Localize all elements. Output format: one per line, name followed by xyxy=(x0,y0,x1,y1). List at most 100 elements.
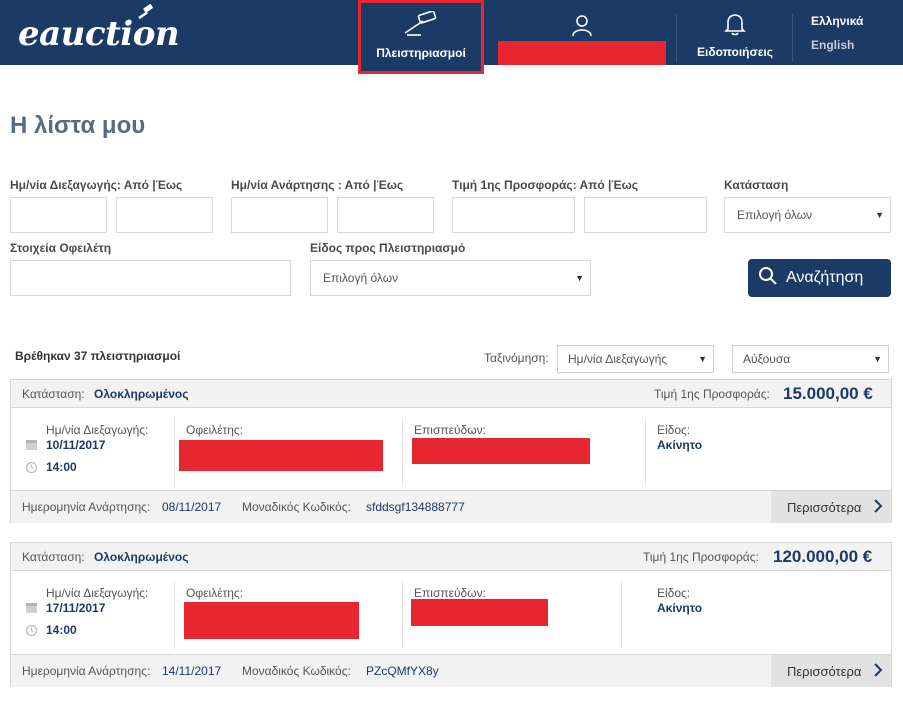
top-navigation-bar: eauction Πλειστηριασμοί Ειδοποιήσεις Ελλ… xyxy=(0,0,903,74)
debtor-label: Οφειλέτης: xyxy=(186,423,244,437)
conduct-time: 14:00 xyxy=(46,623,77,637)
column-divider xyxy=(402,581,403,649)
more-button-label: Περισσότερα xyxy=(787,499,862,515)
type-label: Είδος: xyxy=(657,423,691,437)
first-offer-price: 15.000,00 € xyxy=(783,384,873,403)
caret-down-icon: ▼ xyxy=(875,210,884,220)
status-label: Κατάσταση: xyxy=(22,387,85,401)
auction-card: Κατάσταση: Ολοκληρωμένος Τιμή 1ης Προσφο… xyxy=(10,542,892,687)
redacted-username xyxy=(498,41,666,65)
sort-field-value: Ημ/νία Διεξαγωγής xyxy=(568,352,668,366)
more-button[interactable]: Περισσότερα xyxy=(771,655,891,687)
column-divider xyxy=(402,418,403,486)
debtor-label: Οφειλέτης: xyxy=(186,586,244,600)
creditor-label: Επισπεύδων: xyxy=(414,423,486,437)
date-posting-from-input[interactable] xyxy=(231,197,328,233)
caret-down-icon: ▼ xyxy=(873,354,882,364)
language-greek-link[interactable]: Ελληνικά xyxy=(811,14,863,28)
posting-date-label: Ημερομηνία Ανάρτησης: xyxy=(22,500,151,514)
sort-field-select[interactable]: Ημ/νία Διεξαγωγής ▼ xyxy=(557,345,714,373)
column-divider xyxy=(645,418,646,486)
type-value: Ακίνητο xyxy=(657,438,703,452)
logo-hammer-icon xyxy=(138,4,153,20)
first-offer-label: Τιμή 1ης Προσφοράς: xyxy=(654,387,770,401)
date-conduct-from-input[interactable] xyxy=(10,197,107,233)
clock-icon xyxy=(25,624,38,642)
sort-label: Ταξινόμηση: xyxy=(484,351,549,365)
date-conduct-to-input[interactable] xyxy=(116,197,213,233)
auction-card: Κατάσταση: Ολοκληρωμένος Τιμή 1ης Προσφο… xyxy=(10,379,892,523)
auction-type-label: Είδος προς Πλειστηριασμό xyxy=(310,241,466,255)
column-divider xyxy=(174,581,175,649)
first-offer-to-input[interactable] xyxy=(584,197,707,233)
column-divider xyxy=(621,581,622,649)
conduct-time: 14:00 xyxy=(46,460,77,474)
nav-notifications-label: Ειδοποιήσεις xyxy=(697,45,773,59)
unique-code-label: Μοναδικός Κωδικός: xyxy=(242,500,351,514)
redacted-creditor xyxy=(411,599,548,626)
caret-down-icon: ▼ xyxy=(698,354,707,364)
sort-order-select[interactable]: Αύξουσα ▼ xyxy=(732,345,889,373)
nav-auctions[interactable]: Πλειστηριασμοί xyxy=(358,0,484,74)
bell-icon xyxy=(724,12,746,39)
first-offer-from-input[interactable] xyxy=(452,197,575,233)
unique-code-value: sfddsgf134888777 xyxy=(366,500,465,514)
status-filter-label: Κατάσταση xyxy=(724,178,789,192)
date-conduct-label: Ημ/νία Διεξαγωγής: Από |Έως xyxy=(10,178,183,192)
calendar-icon xyxy=(25,601,38,619)
language-english-link[interactable]: English xyxy=(811,38,854,52)
redacted-debtor xyxy=(184,602,359,639)
caret-down-icon: ▼ xyxy=(575,273,584,283)
date-posting-label: Ημ/νία Ανάρτησης : Από |Έως xyxy=(231,178,404,192)
auction-card-header: Κατάσταση: Ολοκληρωμένος Τιμή 1ης Προσφο… xyxy=(11,543,891,571)
type-value: Ακίνητο xyxy=(657,601,703,615)
auction-card-footer: Ημερομηνία Ανάρτησης: 08/11/2017 Μοναδικ… xyxy=(11,490,891,523)
nav-divider xyxy=(676,14,677,62)
date-conduct-label: Ημ/νία Διεξαγωγής: xyxy=(46,423,149,437)
conduct-date: 17/11/2017 xyxy=(46,601,106,615)
search-button-label: Αναζήτηση xyxy=(786,269,864,286)
eauction-logo[interactable]: eauction xyxy=(18,4,180,56)
redacted-debtor xyxy=(179,440,383,471)
status-select[interactable]: Επιλογή όλων ▼ xyxy=(724,197,891,233)
first-offer-label: Τιμή 1ης Προσφοράς: Από |Έως xyxy=(452,178,638,192)
nav-divider xyxy=(792,14,793,62)
user-icon xyxy=(570,13,594,40)
calendar-icon xyxy=(25,438,38,456)
posting-date-label: Ημερομηνία Ανάρτησης: xyxy=(22,664,151,678)
more-button[interactable]: Περισσότερα xyxy=(771,491,891,523)
unique-code-label: Μοναδικός Κωδικός: xyxy=(242,664,351,678)
date-posting-to-input[interactable] xyxy=(337,197,434,233)
status-value: Ολοκληρωμένος xyxy=(94,550,189,564)
unique-code-value: PZcQMfYX8y xyxy=(366,664,439,678)
first-offer-label: Τιμή 1ης Προσφοράς: xyxy=(643,550,759,564)
chevron-right-icon xyxy=(873,662,883,681)
creditor-label: Επισπεύδων: xyxy=(414,586,486,600)
redacted-creditor xyxy=(412,438,590,464)
date-conduct-label: Ημ/νία Διεξαγωγής: xyxy=(46,586,149,600)
debtor-label: Στοιχεία Οφειλέτη xyxy=(10,241,112,255)
nav-notifications[interactable]: Ειδοποιήσεις xyxy=(690,0,780,65)
more-button-label: Περισσότερα xyxy=(787,663,862,679)
auction-type-select[interactable]: Επιλογή όλων ▼ xyxy=(310,260,591,296)
posting-date-value: 14/11/2017 xyxy=(162,664,222,678)
auction-card-footer: Ημερομηνία Ανάρτησης: 14/11/2017 Μοναδικ… xyxy=(11,654,891,687)
conduct-date: 10/11/2017 xyxy=(46,438,106,452)
auction-card-header: Κατάσταση: Ολοκληρωμένος Τιμή 1ης Προσφο… xyxy=(11,380,891,408)
clock-icon xyxy=(25,461,38,479)
page-title: Η λίστα μου xyxy=(10,112,146,139)
search-icon xyxy=(758,266,778,291)
debtor-input[interactable] xyxy=(10,260,291,296)
nav-auctions-label: Πλειστηριασμοί xyxy=(376,46,466,60)
type-label: Είδος: xyxy=(657,586,691,600)
sort-order-value: Αύξουσα xyxy=(743,352,791,366)
status-value: Ολοκληρωμένος xyxy=(94,387,189,401)
auction-type-select-value: Επιλογή όλων xyxy=(323,271,399,285)
status-label: Κατάσταση: xyxy=(22,550,85,564)
first-offer-price: 120.000,00 € xyxy=(773,547,873,566)
gavel-icon xyxy=(399,10,443,40)
status-select-value: Επιλογή όλων xyxy=(737,208,813,222)
column-divider xyxy=(174,418,175,486)
search-button[interactable]: Αναζήτηση xyxy=(748,259,891,297)
results-count: Βρέθηκαν 37 πλειστηριασμοί xyxy=(15,349,181,363)
